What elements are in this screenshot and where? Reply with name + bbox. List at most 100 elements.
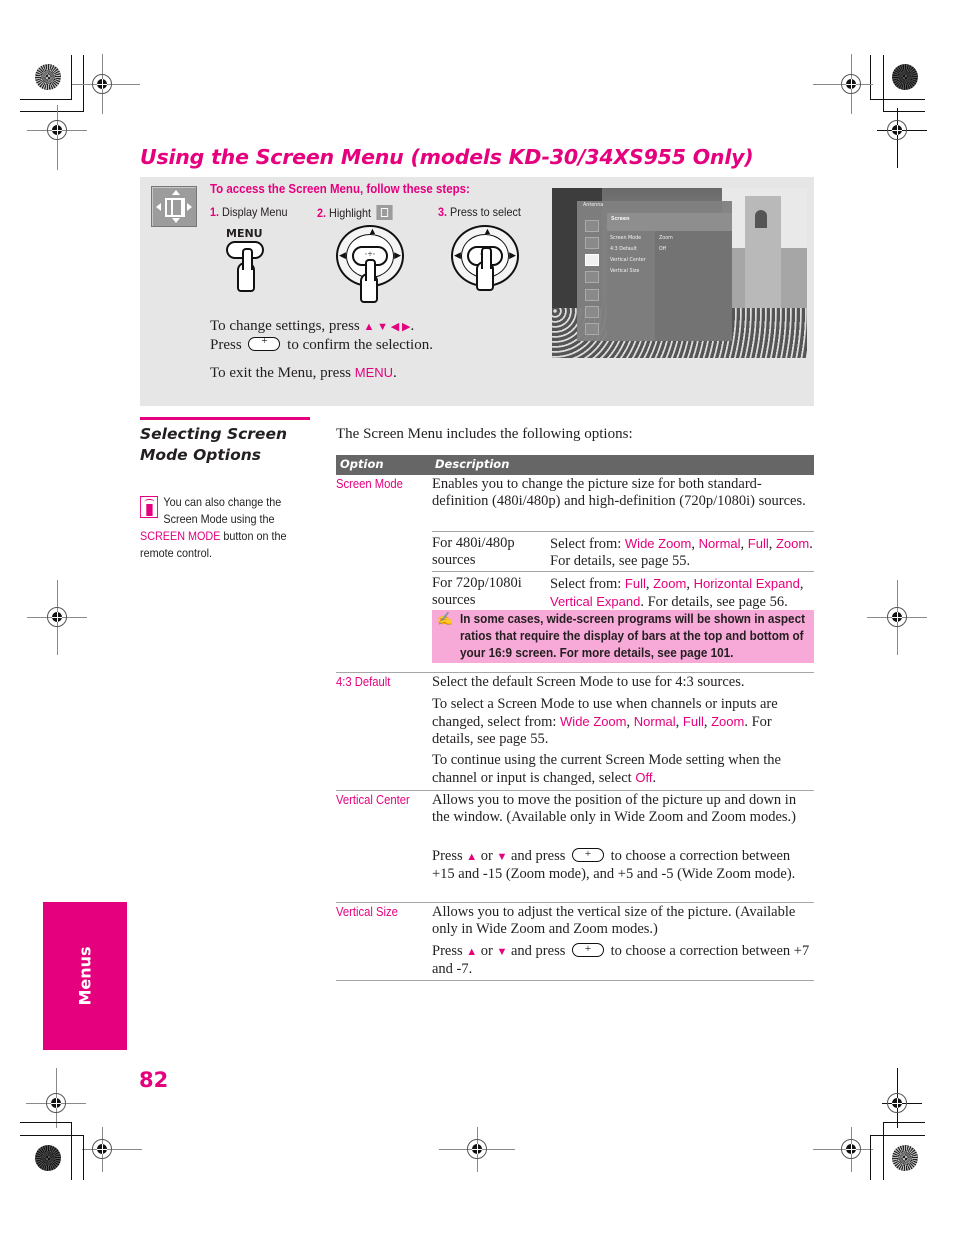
picture-icon — [585, 220, 599, 232]
applications-icon — [585, 323, 599, 335]
mode-off: Off — [635, 770, 653, 785]
table-row: Vertical Center Allows you to move the p… — [336, 791, 814, 903]
text: Select from: — [550, 576, 622, 592]
step-3: 3. Press to select — [438, 205, 521, 219]
osd-item: Vertical Size — [610, 269, 640, 274]
table-row: Vertical Size Allows you to adjust the v… — [336, 903, 814, 981]
text: Select from: — [550, 536, 622, 552]
text: Press — [432, 943, 463, 959]
sub-row: For 480i/480p sources Select from: Wide … — [432, 531, 814, 571]
note-pencil-icon: ✍ — [437, 611, 454, 626]
header-option: Option — [340, 457, 384, 471]
screen-mode-key: SCREEN MODE — [140, 529, 221, 543]
screen-menu-icon — [151, 186, 197, 227]
text: Press — [432, 848, 463, 864]
crop-mark — [20, 99, 72, 100]
step-label: Press to select — [450, 205, 521, 219]
table-row: 4:3 Default Select the default Screen Mo… — [336, 673, 814, 791]
text: . — [652, 770, 657, 786]
option-description: Allows you to adjust the vertical size o… — [432, 904, 796, 937]
table-header: Option Description — [336, 455, 814, 475]
option-description: To select a Screen Mode to use when chan… — [432, 696, 778, 747]
down-arrow-icon: ▼ — [496, 851, 508, 863]
confirm-label: to confirm the selection. — [287, 337, 433, 353]
color-rosette-icon — [35, 64, 61, 90]
down-arrow-icon: ▼ — [496, 946, 508, 958]
up-arrow-icon: ▲ — [466, 851, 478, 863]
options-table: Option Description Screen Mode Enables y… — [336, 455, 814, 981]
section-tab: Menus — [43, 902, 127, 1050]
exit-text: To exit the Menu, press MENU. — [210, 365, 397, 382]
steps-panel: To access the Screen Menu, follow these … — [140, 177, 814, 406]
crop-mark — [83, 1135, 84, 1180]
mode-normal: Normal — [698, 536, 741, 551]
crop-mark — [20, 1122, 72, 1123]
mode-horizontal-expand: Horizontal Expand — [693, 576, 800, 591]
screen-menu-icon — [376, 205, 393, 220]
step-number: 3. — [438, 205, 448, 219]
enter-button-icon — [572, 846, 604, 863]
mode-normal: Normal — [633, 714, 676, 729]
option-description: Select the default Screen Mode to use fo… — [432, 674, 745, 690]
note-text: In some cases, wide-screen programs will… — [460, 612, 805, 660]
option-name: Vertical Center — [336, 793, 410, 807]
change-settings-text: To change settings, press ▲ ▼ ◀ ▶. — [210, 318, 415, 334]
screen-icon — [585, 254, 599, 266]
mode-full: Full — [747, 536, 769, 551]
text: and press — [511, 848, 566, 864]
note-box: ✍ In some cases, wide-screen programs wi… — [432, 610, 814, 663]
change-settings-label: To change settings, press — [210, 318, 360, 334]
crop-mark — [883, 111, 925, 112]
color-rosette-icon — [892, 64, 918, 90]
tip-text: You can also change the Screen Mode usin… — [163, 495, 282, 526]
option-description: To continue using the current Screen Mod… — [432, 752, 814, 787]
step-number: 2. — [317, 206, 327, 220]
enter-button-icon — [248, 335, 281, 351]
header-description: Description — [435, 457, 510, 471]
crop-mark — [71, 55, 72, 100]
text: or — [480, 943, 493, 959]
table-row: Screen Mode Enables you to change the pi… — [336, 475, 814, 673]
osd-item: 4:3 Default — [610, 247, 637, 252]
page-number: 82 — [139, 1068, 169, 1092]
text: or — [480, 848, 493, 864]
sub-row: For 720p/1080i sources Select from: Full… — [432, 571, 814, 611]
table-intro: The Screen Menu includes the following o… — [336, 426, 633, 442]
crop-mark — [870, 99, 925, 100]
option-name: Screen Mode — [336, 477, 403, 491]
section-tab-label: Menus — [75, 946, 95, 1006]
crop-mark — [870, 1135, 925, 1136]
section-title-line: Selecting Screen — [140, 425, 287, 443]
sound-icon — [585, 237, 599, 249]
text: and press — [511, 943, 566, 959]
up-arrow-icon: ▲ — [466, 946, 478, 958]
crop-mark — [870, 55, 871, 100]
steps-heading: To access the Screen Menu, follow these … — [210, 182, 470, 196]
remote-tip: You can also change the Screen Mode usin… — [140, 494, 309, 562]
color-rosette-icon — [35, 1145, 61, 1171]
source-options: Select from: Full, Zoom, Horizontal Expa… — [550, 576, 804, 610]
pointing-hand-icon — [237, 248, 255, 292]
section-title: Selecting Screen Mode Options — [140, 424, 310, 466]
text: To continue using the current Screen Mod… — [432, 752, 781, 786]
enter-button-icon — [572, 941, 604, 958]
step-2: 2. Highlight — [317, 205, 393, 220]
mode-full: Full — [682, 714, 704, 729]
crop-mark — [870, 1135, 871, 1180]
source-options: Select from: Wide Zoom, Normal, Full, Zo… — [550, 536, 813, 569]
setup-icon — [585, 306, 599, 318]
pointing-hand-icon — [360, 259, 378, 303]
option-description: Press ▲ or ▼ and press to choose a corre… — [432, 941, 814, 978]
text: For details, see page 55. — [550, 553, 691, 569]
option-name: 4:3 Default — [336, 675, 391, 689]
crop-mark — [883, 55, 884, 112]
mode-vertical-expand: Vertical Expand — [550, 594, 641, 609]
crop-mark — [20, 111, 84, 112]
osd-item: Screen Mode — [610, 236, 642, 241]
crop-mark — [883, 1122, 925, 1123]
osd-source: Antenna — [583, 203, 604, 208]
exit-label: To exit the Menu, press — [210, 365, 352, 381]
section-rule — [140, 417, 310, 420]
mode-zoom: Zoom — [653, 576, 687, 591]
step-number: 1. — [210, 205, 220, 219]
